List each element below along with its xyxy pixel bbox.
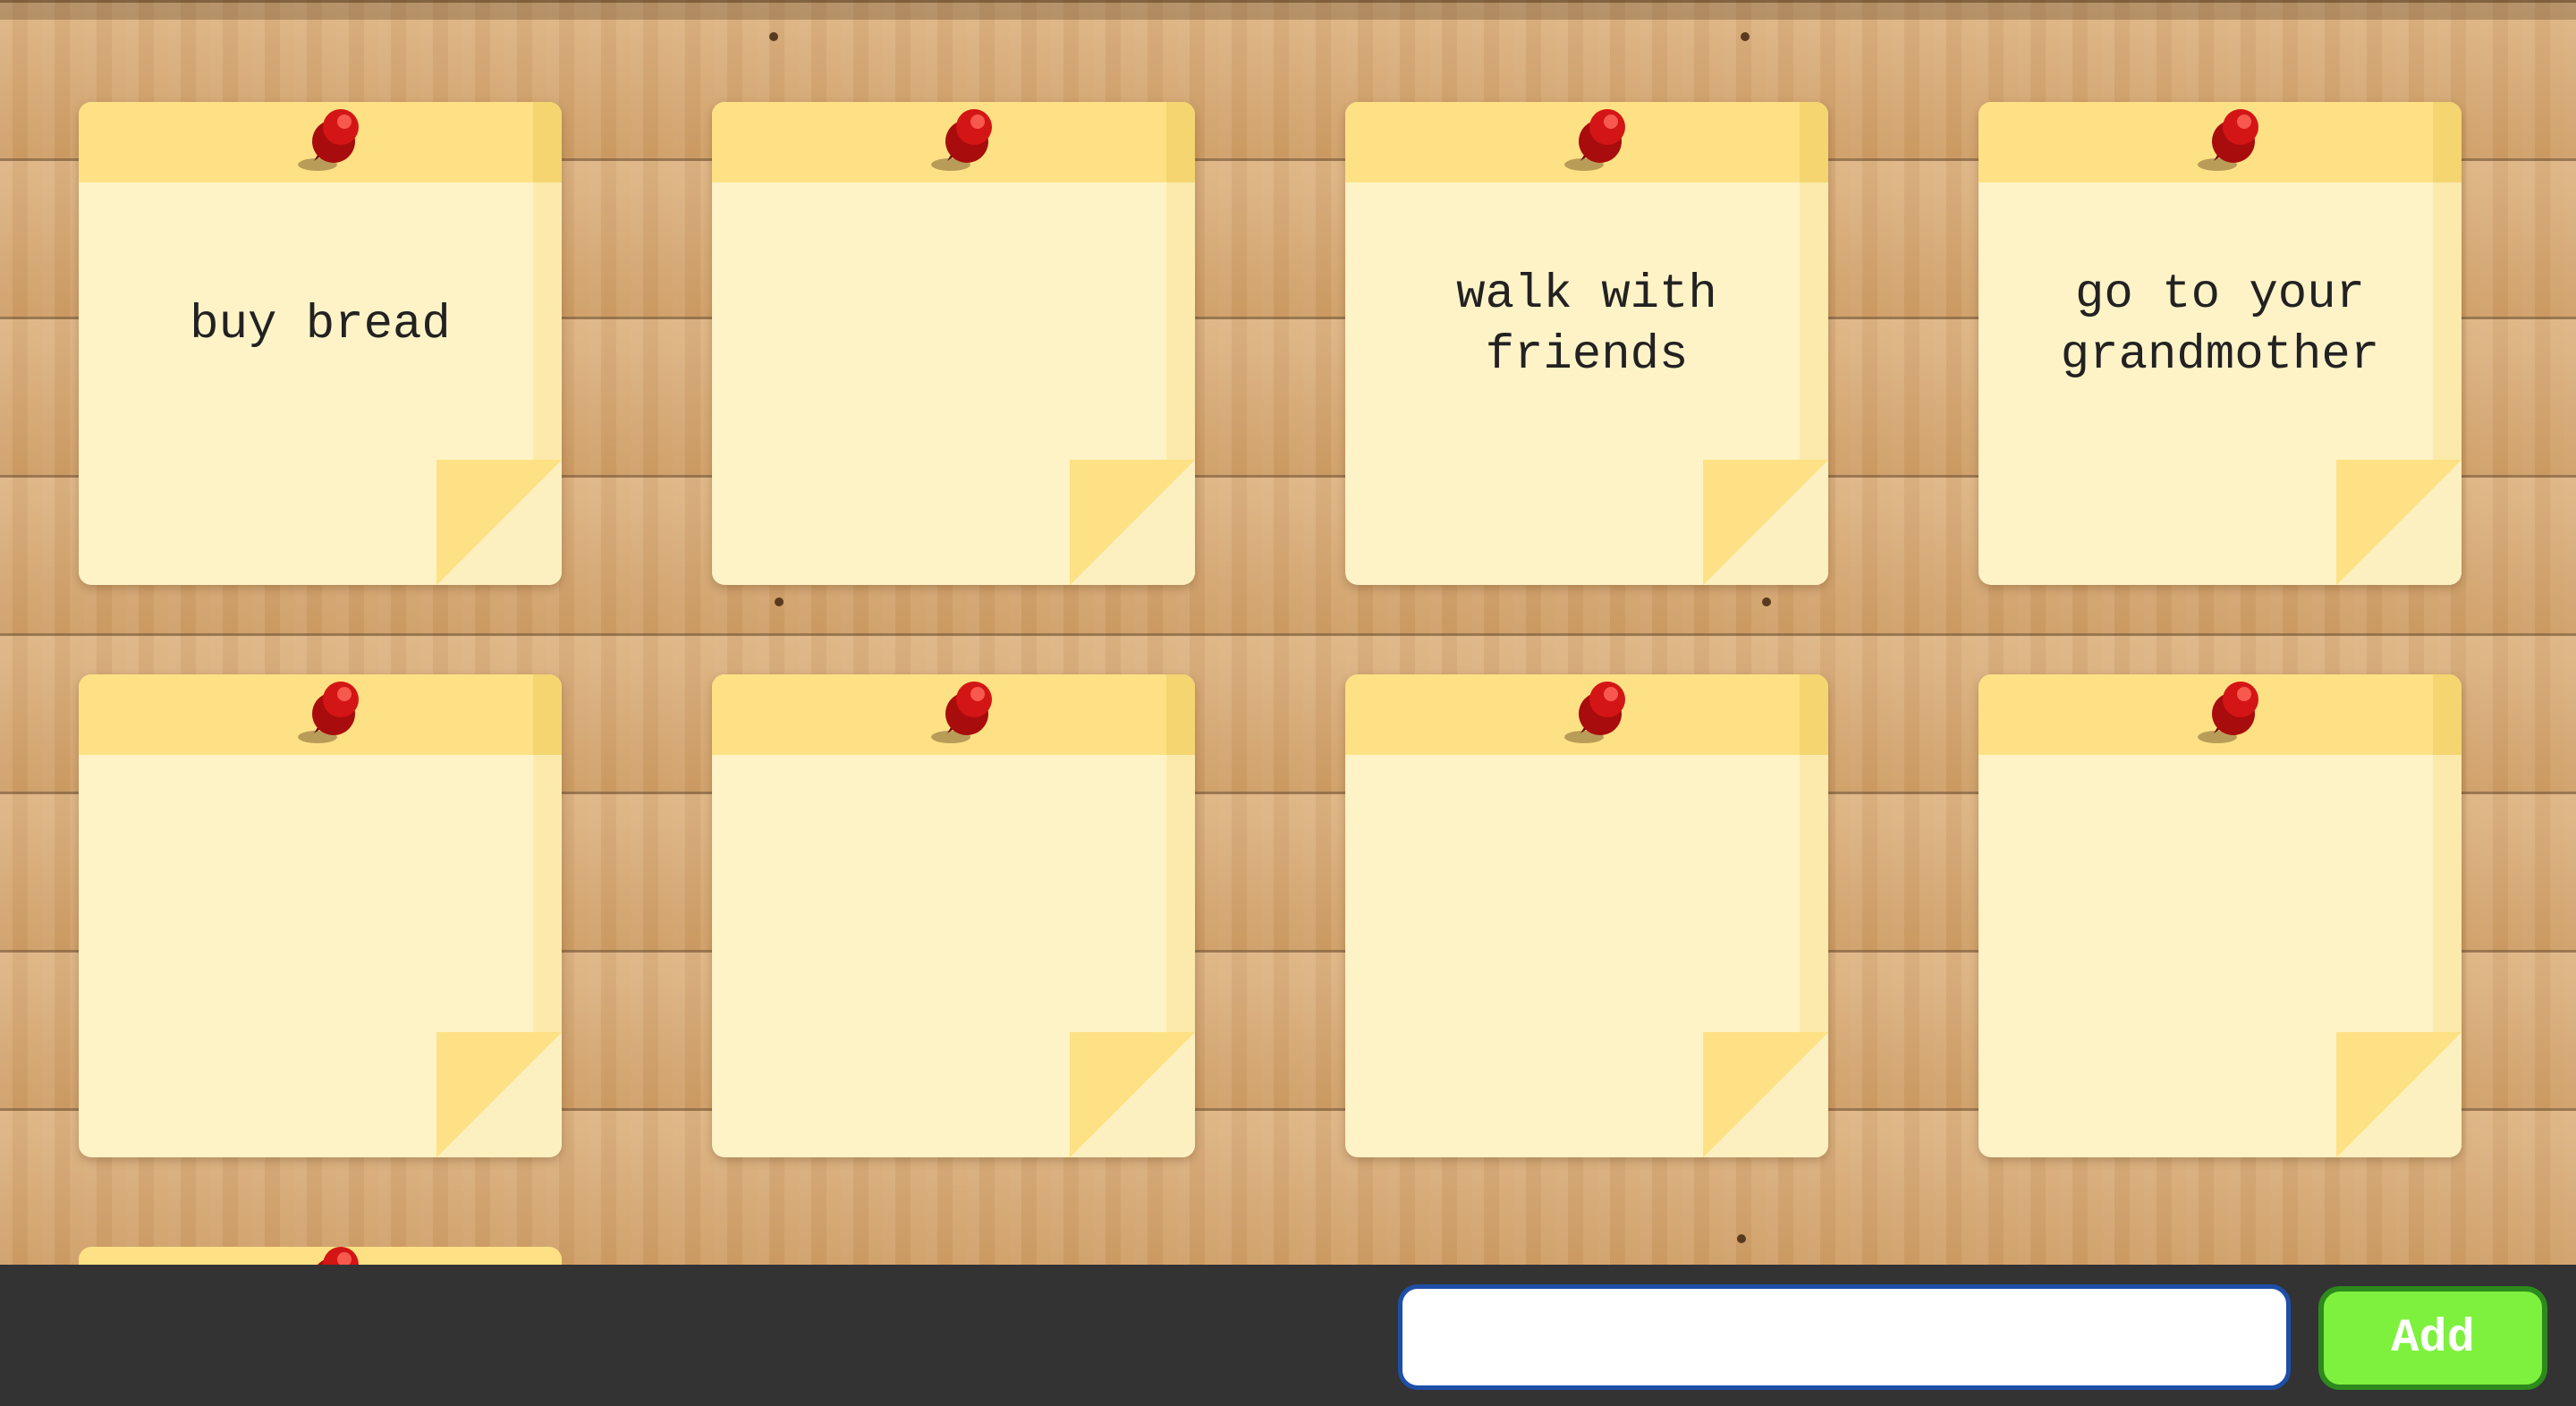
sticky-note[interactable] [1345, 674, 1828, 1157]
note-fold [1703, 1032, 1828, 1157]
note-edge-top [2433, 674, 2462, 755]
push-pin-icon [1564, 109, 1625, 171]
push-pin-icon [931, 109, 992, 171]
board-nail [769, 32, 778, 41]
note-fold [1703, 460, 1828, 585]
sticky-note-partial[interactable] [79, 1247, 562, 1265]
note-edge-top [1166, 674, 1195, 755]
note-text [748, 182, 1159, 469]
push-pin-icon [2198, 682, 2258, 743]
note-text: walk with friends [1456, 267, 1717, 383]
note-text [114, 755, 526, 1041]
notes-grid: buy bread walk with friends go to your g… [79, 102, 2463, 1157]
note-text: buy bread [190, 298, 451, 352]
note-fold [436, 1032, 562, 1157]
push-pin-icon [2198, 109, 2258, 171]
note-edge-top [533, 674, 562, 755]
sticky-note[interactable]: buy bread [79, 102, 562, 585]
note-fold [436, 460, 562, 585]
new-note-input[interactable] [1398, 1284, 2291, 1390]
note-fold [2336, 1032, 2462, 1157]
add-button[interactable]: Add [2318, 1286, 2547, 1390]
note-fold [1070, 460, 1195, 585]
note-fold [2336, 460, 2462, 585]
note-edge-top [2433, 102, 2462, 182]
board-nail [1741, 32, 1750, 41]
push-pin-icon [1564, 682, 1625, 743]
note-edge-top [533, 102, 562, 182]
note-text [748, 755, 1159, 1041]
board-top-edge [0, 0, 2576, 20]
note-edge-top [1166, 102, 1195, 182]
note-text: go to your grandmother [2060, 267, 2380, 383]
sticky-note[interactable]: walk with friends [1345, 102, 1828, 585]
sticky-note[interactable]: go to your grandmother [1979, 102, 2462, 585]
note-text [2014, 755, 2426, 1041]
push-pin-icon [298, 682, 359, 743]
note-text [1381, 755, 1792, 1041]
board-nail [1737, 1234, 1746, 1243]
note-fold [1070, 1032, 1195, 1157]
push-pin-icon [318, 1247, 359, 1265]
sticky-note[interactable] [712, 674, 1195, 1157]
note-edge-top [1800, 102, 1828, 182]
push-pin-icon [298, 109, 359, 171]
sticky-note[interactable] [79, 674, 562, 1157]
sticky-note[interactable] [1979, 674, 2462, 1157]
push-pin-icon [931, 682, 992, 743]
note-edge-top [1800, 674, 1828, 755]
sticky-note[interactable] [712, 102, 1195, 585]
cork-board: buy bread walk with friends go to your g… [0, 0, 2576, 1265]
